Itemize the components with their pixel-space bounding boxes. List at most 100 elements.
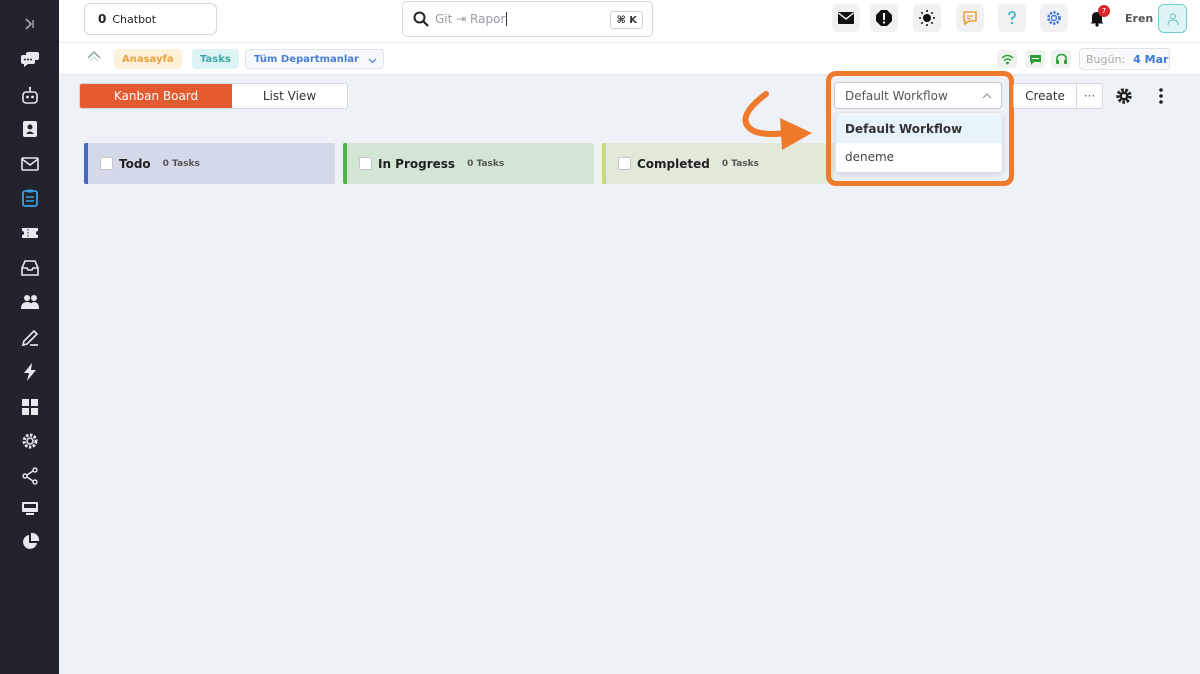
pie-chart-icon: [22, 532, 39, 549]
sms-icon: [1029, 54, 1041, 65]
sidebar-item-team[interactable]: [0, 289, 59, 315]
kebab-menu-icon[interactable]: [1152, 86, 1170, 106]
search-shortcut: ⌘ K: [610, 11, 643, 29]
tab-list-view[interactable]: List View: [232, 84, 347, 108]
lightbulb-icon: [919, 10, 935, 26]
mail-icon: [20, 157, 39, 171]
sidebar-item-mail[interactable]: [0, 151, 59, 177]
robot-icon: [21, 86, 38, 104]
avatar[interactable]: [1158, 4, 1187, 33]
column-title: In Progress: [378, 156, 456, 171]
department-select[interactable]: Tüm Departmanlar: [245, 49, 384, 69]
today-label: Bugün:: [1086, 52, 1126, 66]
sidebar-item-dashboard[interactable]: [0, 394, 59, 420]
gear-icon[interactable]: [1114, 86, 1134, 106]
today-date: Bugün: 4 Mar: [1079, 48, 1170, 70]
cog-icon: [22, 433, 37, 449]
alert-icon: [876, 10, 892, 26]
username: Eren: [1125, 12, 1154, 25]
more-options-button[interactable]: ···: [1076, 83, 1103, 109]
sidebar: [0, 0, 59, 674]
workflow-option-default[interactable]: Default Workflow: [836, 115, 1002, 143]
sidebar-item-bots[interactable]: [0, 83, 59, 109]
kanban-board: [59, 117, 1200, 674]
breadcrumb-tasks[interactable]: Tasks: [192, 49, 239, 69]
mail-button[interactable]: [832, 4, 860, 32]
department-label: Tüm Departmanlar: [254, 53, 359, 65]
grid-icon: [21, 399, 38, 415]
column-checkbox[interactable]: [100, 157, 113, 170]
sidebar-item-chats[interactable]: [0, 47, 59, 73]
workflow-select[interactable]: Default Workflow: [834, 82, 1002, 109]
settings-button[interactable]: [1040, 4, 1068, 32]
sidebar-item-integrations[interactable]: [0, 463, 59, 489]
headset-icon: [1055, 53, 1067, 64]
sidebar-item-contacts[interactable]: [0, 116, 59, 142]
column-count: 0 Tasks: [721, 158, 760, 169]
sidebar-item-automation[interactable]: [0, 359, 59, 385]
lightning-icon: [23, 363, 36, 381]
chat-bubbles-icon: [20, 52, 39, 67]
workflow-selected-value: Default Workflow: [845, 88, 948, 103]
tab-kanban-board[interactable]: Kanban Board: [80, 84, 232, 108]
sidebar-toggle-button[interactable]: [0, 11, 59, 37]
gear-icon: [1047, 11, 1061, 25]
users-icon: [20, 295, 39, 309]
sms-status: [1025, 50, 1045, 68]
column-count: 0 Tasks: [162, 158, 200, 169]
notifications-button[interactable]: 7: [1083, 4, 1111, 32]
chatbot-count: 0: [98, 12, 107, 26]
column-title: Completed: [637, 156, 710, 171]
theme-toggle-button[interactable]: [913, 4, 941, 32]
sidebar-item-edit[interactable]: [0, 325, 59, 351]
breadcrumb: Anasayfa Tasks Tüm Departmanlar Bugün: 4…: [59, 43, 1200, 75]
sidebar-item-settings[interactable]: [0, 428, 59, 454]
search-input[interactable]: Git ⇥ Rapor ⌘ K: [402, 1, 653, 37]
chevron-down-icon: [368, 58, 377, 64]
mail-icon: [838, 12, 854, 24]
chevron-up-icon[interactable]: [86, 49, 102, 63]
share-icon: [21, 467, 38, 485]
inbox-icon: [20, 260, 39, 276]
topbar: 0 Chatbot Git ⇥ Rapor ⌘ K 7 Eren: [59, 0, 1200, 43]
question-icon: [1008, 11, 1016, 25]
chevron-up-icon: [982, 93, 992, 99]
search-placeholder: Git ⇥ Rapor: [435, 12, 508, 26]
sidebar-item-channels[interactable]: [0, 495, 59, 521]
pencil-icon: [21, 329, 38, 347]
search-icon: [413, 11, 429, 27]
chatbot-counter-button[interactable]: 0 Chatbot: [84, 3, 217, 35]
arrow-annotation-icon: [742, 91, 812, 150]
chat-support-icon: [963, 11, 977, 26]
support-agent-status: [1051, 50, 1071, 68]
clipboard-icon: [21, 189, 38, 207]
notification-badge: 7: [1098, 5, 1110, 17]
workflow-option-deneme[interactable]: deneme: [836, 143, 1002, 171]
column-title: Todo: [119, 156, 151, 171]
user-icon: [1167, 13, 1178, 25]
column-count: 0 Tasks: [467, 158, 505, 169]
sidebar-item-reports[interactable]: [0, 529, 59, 555]
contact-card-icon: [22, 121, 37, 137]
view-toggle: Kanban Board List View: [79, 83, 348, 109]
today-value: 4 Mar: [1133, 52, 1169, 66]
help-button[interactable]: [998, 4, 1026, 32]
column-in-progress: In Progress 0 Tasks: [343, 143, 594, 184]
monitor-icon: [21, 502, 38, 515]
wifi-status: [997, 50, 1017, 68]
chat-support-button[interactable]: [956, 4, 984, 32]
sidebar-item-inbox[interactable]: [0, 255, 59, 281]
breadcrumb-home[interactable]: Anasayfa: [114, 49, 182, 69]
sidebar-item-tickets[interactable]: [0, 220, 59, 246]
chatbot-label: Chatbot: [112, 12, 157, 26]
create-button[interactable]: Create: [1013, 83, 1076, 109]
workflow-dropdown-menu: Default Workflow deneme: [836, 114, 1002, 172]
ticket-icon: [21, 228, 38, 238]
wifi-icon: [1000, 54, 1014, 64]
column-todo: Todo 0 Tasks: [84, 143, 335, 184]
column-checkbox[interactable]: [359, 157, 372, 170]
sidebar-item-tasks[interactable]: [0, 185, 59, 211]
chevron-right-icon: [24, 18, 34, 30]
column-checkbox[interactable]: [618, 157, 631, 170]
alert-button[interactable]: [870, 4, 898, 32]
